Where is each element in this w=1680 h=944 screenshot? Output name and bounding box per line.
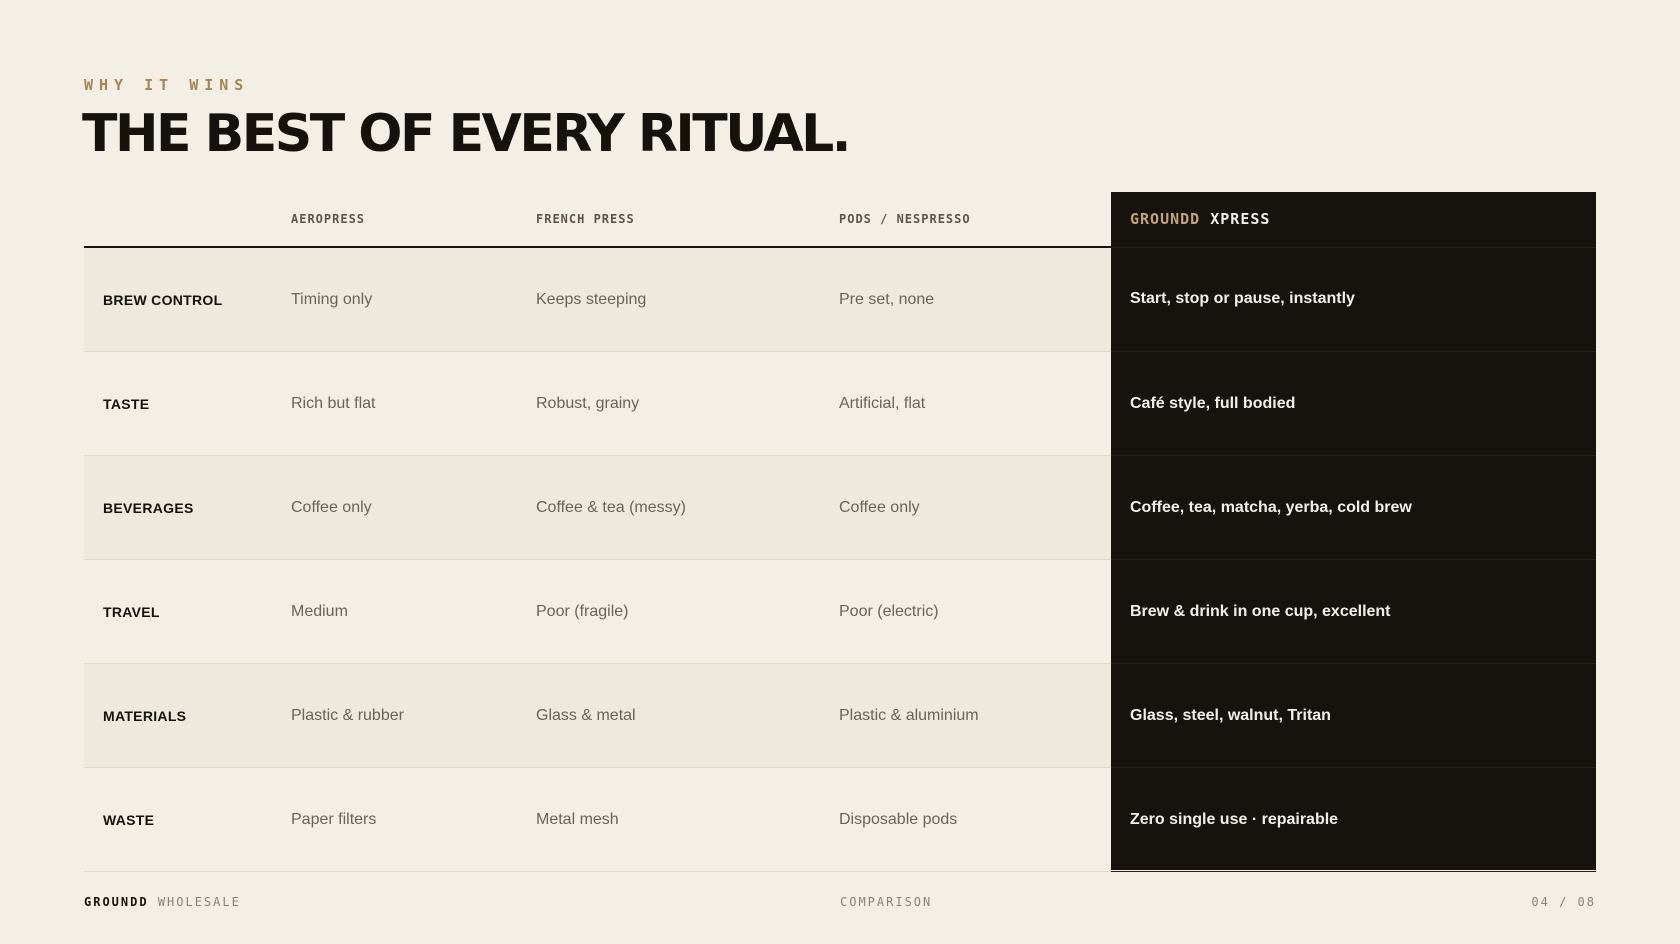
- highlight-cell: Start, stop or pause, instantly: [1111, 247, 1596, 352]
- header-french-press: FRENCH PRESS: [536, 192, 839, 248]
- header-empty: [84, 192, 291, 248]
- table-cell: Plastic & aluminium: [839, 663, 1111, 768]
- table-cell: Keeps steeping: [536, 247, 839, 352]
- table-row: BREW CONTROL Timing only Keeps steeping …: [84, 247, 1596, 352]
- header-aeropress: AEROPRESS: [291, 192, 536, 248]
- table-cell: Disposable pods: [839, 767, 1111, 872]
- table-row: MATERIALS Plastic & rubber Glass & metal…: [84, 663, 1596, 768]
- table-cell: Robust, grainy: [536, 351, 839, 456]
- highlight-cell: Brew & drink in one cup, excellent: [1111, 559, 1596, 664]
- highlight-cell: Café style, full bodied: [1111, 351, 1596, 456]
- row-label: BEVERAGES: [84, 455, 291, 560]
- row-label: BREW CONTROL: [84, 247, 291, 352]
- row-label: WASTE: [84, 767, 291, 872]
- header-product: XPRESS: [1210, 210, 1271, 229]
- table-cell: Coffee only: [291, 455, 536, 560]
- table-row: TRAVEL Medium Poor (fragile) Poor (elect…: [84, 559, 1596, 664]
- table-cell: Coffee & tea (messy): [536, 455, 839, 560]
- highlight-cell: Zero single use · repairable: [1111, 767, 1596, 872]
- footer-brand: GROUNDD WHOLESALE: [84, 895, 241, 909]
- table-row: TASTE Rich but flat Robust, grainy Artif…: [84, 351, 1596, 456]
- row-label: TRAVEL: [84, 559, 291, 664]
- comparison-table: AEROPRESS FRENCH PRESS PODS / NESPRESSO …: [84, 192, 1596, 872]
- header-groundd-xpress: GROUNDD XPRESS: [1111, 192, 1596, 248]
- table-row: BEVERAGES Coffee only Coffee & tea (mess…: [84, 455, 1596, 560]
- table-cell: Medium: [291, 559, 536, 664]
- row-label: TASTE: [84, 351, 291, 456]
- table-cell: Artificial, flat: [839, 351, 1111, 456]
- footer-brand-name: GROUNDD: [84, 895, 149, 909]
- table-cell: Paper filters: [291, 767, 536, 872]
- table-cell: Coffee only: [839, 455, 1111, 560]
- table-cell: Glass & metal: [536, 663, 839, 768]
- table-cell: Rich but flat: [291, 351, 536, 456]
- footer-brand-suffix: WHOLESALE: [157, 895, 241, 909]
- table-cell: Poor (fragile): [536, 559, 839, 664]
- table-cell: Pre set, none: [839, 247, 1111, 352]
- row-label: MATERIALS: [84, 663, 291, 768]
- table-cell: Timing only: [291, 247, 536, 352]
- table-cell: Poor (electric): [839, 559, 1111, 664]
- highlight-cell: Glass, steel, walnut, Tritan: [1111, 663, 1596, 768]
- highlight-cell: Coffee, tea, matcha, yerba, cold brew: [1111, 455, 1596, 560]
- table-row: WASTE Paper filters Metal mesh Disposabl…: [84, 767, 1596, 872]
- page-title: THE BEST OF EVERY RITUAL.: [82, 104, 852, 164]
- table-cell: Metal mesh: [536, 767, 839, 872]
- page-number: 04 / 08: [1531, 895, 1596, 909]
- table-cell: Plastic & rubber: [291, 663, 536, 768]
- header-pods: PODS / NESPRESSO: [839, 192, 1111, 248]
- header-brand: GROUNDD: [1130, 210, 1201, 229]
- footer-section: COMPARISON: [840, 895, 933, 909]
- eyebrow: WHY IT WINS: [84, 76, 250, 94]
- table-header-row: AEROPRESS FRENCH PRESS PODS / NESPRESSO …: [84, 192, 1596, 248]
